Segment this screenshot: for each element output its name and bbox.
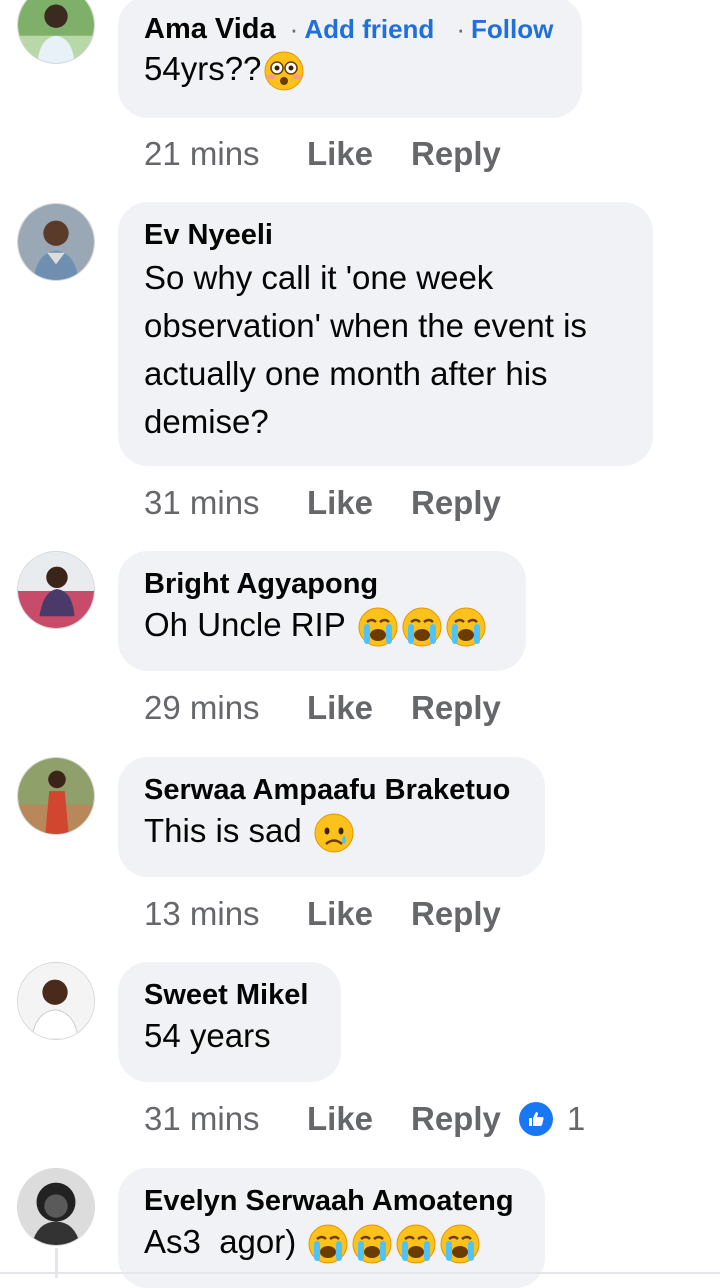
add-friend-label: Add friend bbox=[304, 14, 435, 44]
like-button[interactable]: Like bbox=[307, 689, 411, 727]
author-name[interactable]: Bright Agyapong bbox=[144, 569, 500, 599]
timestamp[interactable]: 31 mins bbox=[144, 484, 307, 522]
add-friend-link[interactable]: · Add friend bbox=[290, 14, 435, 45]
avatar[interactable] bbox=[17, 551, 95, 629]
comment-text: As3 agor) bbox=[144, 1218, 519, 1266]
author-name[interactable]: Evelyn Serwaah Amoateng bbox=[144, 1186, 519, 1216]
reaction-summary[interactable]: 1 bbox=[518, 1100, 586, 1138]
comment-bubble: Serwaa Ampaafu Braketuo This is sad bbox=[118, 757, 545, 877]
like-button[interactable]: Like bbox=[307, 895, 411, 933]
comment-text-line: observation' when the event is bbox=[144, 307, 587, 344]
flushed-face-emoji bbox=[263, 50, 305, 92]
comment-bubble: Sweet Mikel 54 years bbox=[118, 962, 341, 1082]
loudly-crying-face-emoji bbox=[439, 1223, 481, 1265]
loudly-crying-face-emoji bbox=[445, 606, 487, 648]
comment-text-line: demise? bbox=[144, 403, 269, 440]
comment-bubble: Ev Nyeeli So why call it 'one week obser… bbox=[118, 202, 653, 466]
comment-actions: 21 mins Like Reply bbox=[144, 134, 501, 174]
comment-text: This is sad bbox=[144, 807, 519, 855]
avatar[interactable] bbox=[17, 203, 95, 281]
comment-actions: 29 mins Like Reply bbox=[144, 688, 501, 728]
follow-label: Follow bbox=[470, 14, 554, 44]
comment-text-content: As3 agor) bbox=[144, 1223, 297, 1260]
divider bbox=[0, 1272, 720, 1274]
comment-text: 54 years bbox=[144, 1017, 271, 1054]
comment-text-content: 54yrs?? bbox=[144, 50, 262, 87]
reply-button[interactable]: Reply bbox=[411, 484, 501, 522]
name-row: Ama Vida · Add friend · Follow bbox=[144, 14, 556, 45]
comment-text: 54yrs?? bbox=[144, 45, 556, 93]
author-name[interactable]: Serwaa Ampaafu Braketuo bbox=[144, 775, 519, 805]
comment-bubble: Evelyn Serwaah Amoateng As3 agor) bbox=[118, 1168, 545, 1288]
author-name[interactable]: Ev Nyeeli bbox=[144, 220, 627, 250]
loudly-crying-face-emoji bbox=[351, 1223, 393, 1265]
like-button[interactable]: Like bbox=[307, 135, 411, 173]
comment-text-content: Oh Uncle RIP bbox=[144, 606, 346, 643]
separator-dot: · bbox=[456, 14, 465, 44]
loudly-crying-face-emoji bbox=[401, 606, 443, 648]
follow-link[interactable]: · Follow bbox=[456, 14, 553, 45]
loudly-crying-face-emoji bbox=[307, 1223, 349, 1265]
comment-bubble: Bright Agyapong Oh Uncle RIP bbox=[118, 551, 526, 671]
separator-dot: · bbox=[289, 14, 299, 44]
sad-tear-face-emoji bbox=[313, 812, 355, 854]
comment-bubble: Ama Vida · Add friend · Follow 54yrs?? bbox=[118, 0, 582, 118]
reply-button[interactable]: Reply bbox=[411, 895, 501, 933]
author-name[interactable]: Ama Vida bbox=[144, 14, 276, 44]
reaction-count: 1 bbox=[566, 1100, 586, 1137]
timestamp[interactable]: 13 mins bbox=[144, 895, 307, 933]
reply-button[interactable]: Reply bbox=[411, 689, 501, 727]
comment-actions: 31 mins Like Reply bbox=[144, 483, 501, 523]
comment-text-content: This is sad bbox=[144, 812, 302, 849]
comment-text-line: actually one month after his bbox=[144, 355, 548, 392]
comment-text-line: So why call it 'one week bbox=[144, 259, 494, 296]
comment-actions: 13 mins Like Reply bbox=[144, 894, 501, 934]
timestamp[interactable]: 29 mins bbox=[144, 689, 307, 727]
like-button[interactable]: Like bbox=[307, 1100, 411, 1138]
loudly-crying-face-emoji bbox=[357, 606, 399, 648]
comment-actions: 31 mins Like Reply 1 bbox=[144, 1099, 585, 1139]
like-button[interactable]: Like bbox=[307, 484, 411, 522]
author-name[interactable]: Sweet Mikel bbox=[144, 980, 315, 1010]
timestamp[interactable]: 21 mins bbox=[144, 135, 307, 173]
avatar[interactable] bbox=[17, 0, 95, 64]
avatar[interactable] bbox=[17, 757, 95, 835]
reply-button[interactable]: Reply bbox=[411, 1100, 501, 1138]
avatar[interactable] bbox=[17, 962, 95, 1040]
reply-button[interactable]: Reply bbox=[411, 135, 501, 173]
comment-text: Oh Uncle RIP bbox=[144, 601, 500, 649]
thumbs-up-icon bbox=[518, 1102, 553, 1136]
loudly-crying-face-emoji bbox=[395, 1223, 437, 1265]
avatar[interactable] bbox=[17, 1168, 95, 1246]
timestamp[interactable]: 31 mins bbox=[144, 1100, 307, 1138]
